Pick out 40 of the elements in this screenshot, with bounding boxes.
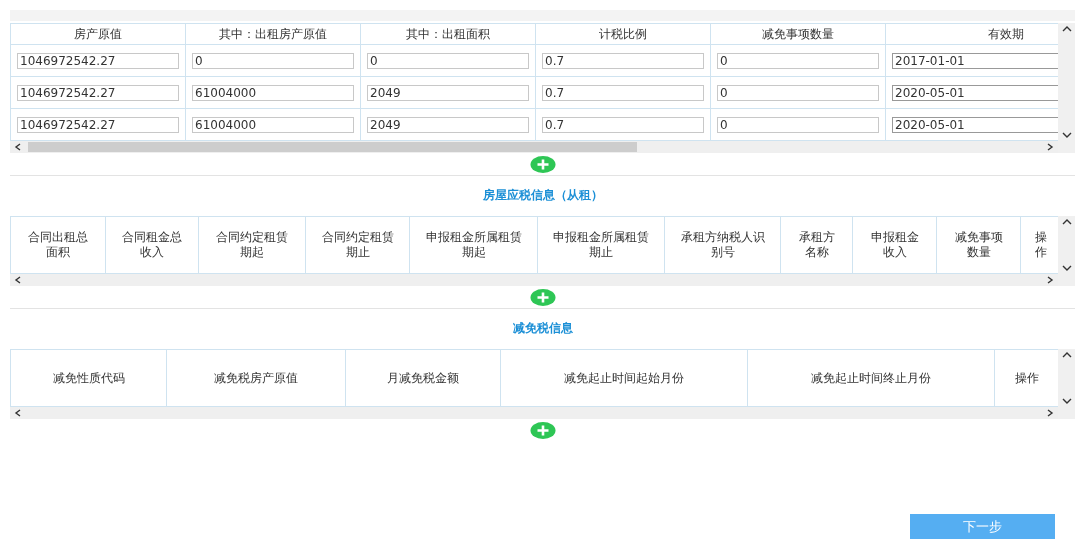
column-header: 减免事项数量 [711, 24, 886, 45]
input-field[interactable]: 2049 [367, 116, 529, 133]
plus-icon [529, 288, 556, 306]
vertical-scrollbar[interactable] [1058, 23, 1075, 153]
input-field[interactable]: 0 [717, 84, 879, 101]
vertical-scrollbar[interactable] [1058, 349, 1075, 419]
input-field[interactable]: 1046972542.27 [17, 52, 179, 69]
column-header: 计税比例 [536, 24, 711, 45]
input-field[interactable]: 61004000 [192, 116, 354, 133]
column-header: 其中：出租面积 [361, 24, 536, 45]
section-title: 房屋应税信息（从租） [481, 187, 604, 204]
input-field[interactable]: 2017-01-01 [892, 52, 1058, 69]
input-field[interactable]: 2020-05-01 [892, 116, 1058, 133]
input-field[interactable]: 0.7 [542, 52, 704, 69]
scroll-up-icon[interactable] [1061, 25, 1072, 33]
scroll-up-icon[interactable] [1061, 351, 1072, 359]
input-field[interactable]: 2049 [367, 84, 529, 101]
input-field[interactable]: 1046972542.27 [17, 84, 179, 101]
horizontal-scrollbar[interactable] [10, 274, 1058, 286]
input-field[interactable]: 1046972542.27 [17, 116, 179, 133]
input-field[interactable]: 0 [717, 116, 879, 133]
input-field[interactable]: 2020-05-01 [892, 84, 1058, 101]
plus-icon [529, 421, 556, 439]
scroll-down-icon[interactable] [1061, 264, 1072, 272]
section-title: 减免税信息 [511, 320, 574, 337]
scroll-up-icon[interactable] [1061, 218, 1072, 226]
column-header: 房产原值 [11, 24, 186, 45]
input-field[interactable]: 0.7 [542, 116, 704, 133]
vertical-scrollbar[interactable] [1058, 216, 1075, 286]
input-field[interactable]: 61004000 [192, 84, 354, 101]
column-header: 其中：出租房产原值 [186, 24, 361, 45]
plus-icon [529, 155, 556, 173]
scroll-down-icon[interactable] [1061, 397, 1072, 405]
input-field[interactable]: 0 [192, 52, 354, 69]
horizontal-scrollbar[interactable] [10, 141, 1058, 153]
input-field[interactable]: 0.7 [542, 84, 704, 101]
horizontal-scrollbar[interactable] [10, 407, 1058, 419]
scroll-down-icon[interactable] [1061, 131, 1072, 139]
input-field[interactable]: 0 [367, 52, 529, 69]
input-field[interactable]: 0 [717, 52, 879, 69]
